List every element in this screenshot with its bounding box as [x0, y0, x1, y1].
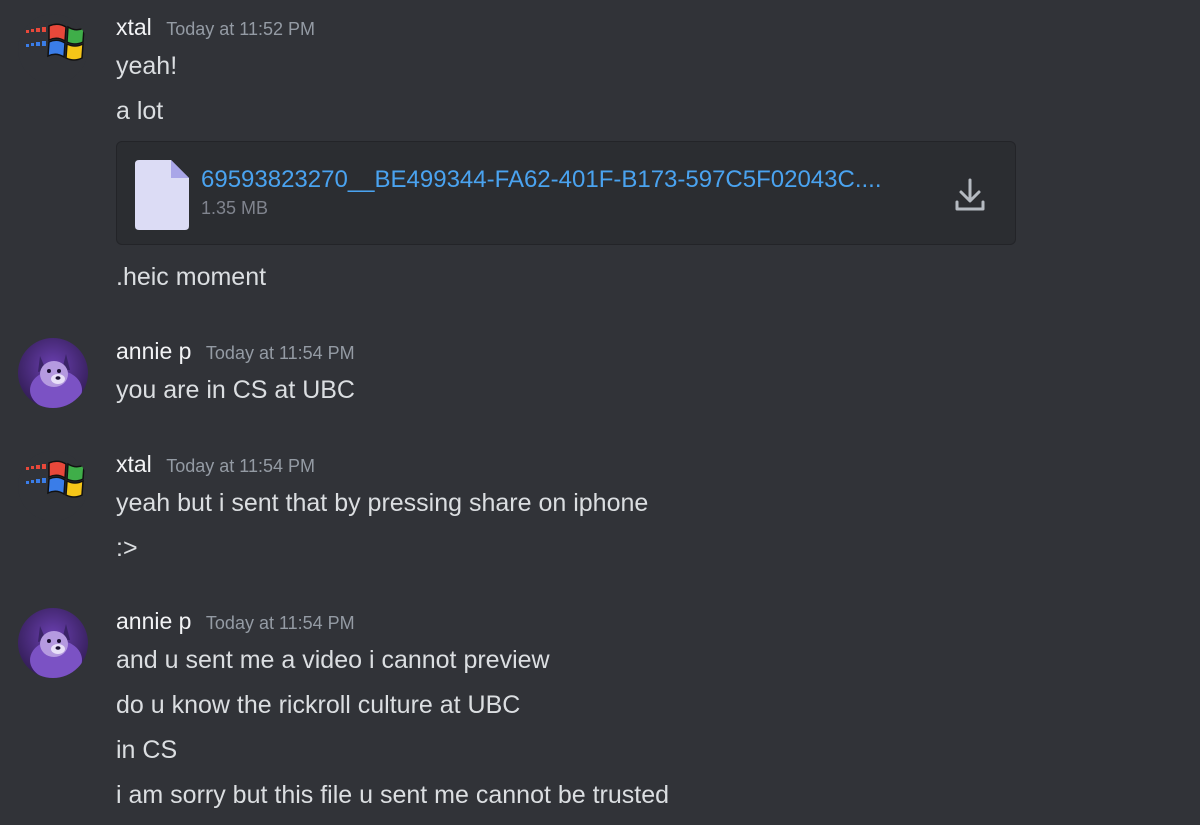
- message-header: annie p Today at 11:54 PM: [116, 608, 355, 635]
- username[interactable]: xtal: [116, 14, 152, 40]
- message-group: xtal Today at 11:54 PM yeah but i sent t…: [0, 451, 1200, 571]
- message-group: annie p Today at 11:54 PM you are in CS …: [0, 338, 1200, 418]
- file-size: 1.35 MB: [201, 198, 269, 218]
- windows-logo-icon[interactable]: [18, 14, 88, 84]
- dog-photo-avatar[interactable]: [18, 338, 88, 408]
- timestamp[interactable]: Today at 11:54 PM: [206, 613, 355, 633]
- message-header: xtal Today at 11:52 PM: [116, 14, 315, 41]
- message-header: xtal Today at 11:54 PM: [116, 451, 315, 478]
- message-text: you are in CS at UBC: [116, 376, 355, 404]
- message-text: i am sorry but this file u sent me canno…: [116, 781, 670, 809]
- message-text: and u sent me a video i cannot preview: [116, 646, 550, 674]
- windows-logo-icon[interactable]: [18, 451, 88, 521]
- timestamp[interactable]: Today at 11:52 PM: [166, 19, 315, 39]
- username[interactable]: annie p: [116, 608, 191, 634]
- message-group: xtal Today at 11:52 PM yeah! a lot 69593…: [0, 14, 1200, 304]
- download-icon[interactable]: [955, 178, 985, 212]
- message-text: yeah but i sent that by pressing share o…: [116, 489, 649, 517]
- dog-photo-avatar[interactable]: [18, 608, 88, 678]
- file-name-link[interactable]: 69593823270__BE499344-FA62-401F-B173-597…: [201, 166, 941, 194]
- message-text: in CS: [116, 736, 178, 764]
- message-text: .heic moment: [116, 263, 267, 291]
- message-text: yeah!: [116, 52, 178, 80]
- message-group: annie p Today at 11:54 PM and u sent me …: [0, 608, 1200, 825]
- message-text: :>: [116, 534, 138, 562]
- message-header: annie p Today at 11:54 PM: [116, 338, 355, 365]
- timestamp[interactable]: Today at 11:54 PM: [206, 343, 355, 363]
- timestamp[interactable]: Today at 11:54 PM: [166, 456, 315, 476]
- username[interactable]: xtal: [116, 451, 152, 477]
- file-attachment: 69593823270__BE499344-FA62-401F-B173-597…: [116, 141, 1016, 245]
- file-icon: [135, 160, 189, 230]
- message-text: do u know the rickroll culture at UBC: [116, 691, 521, 719]
- message-text: a lot: [116, 97, 164, 125]
- username[interactable]: annie p: [116, 338, 191, 364]
